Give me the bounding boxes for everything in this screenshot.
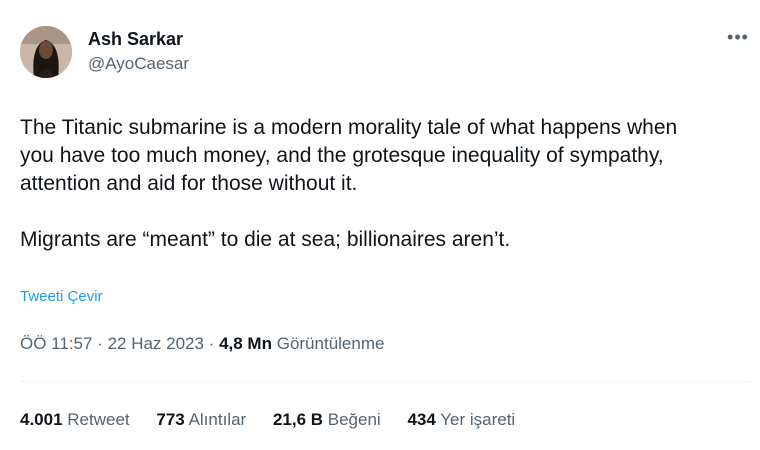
views-count: 4,8 Mn — [219, 334, 272, 353]
retweets-count: 4.001 — [20, 410, 63, 429]
divider — [20, 381, 750, 382]
meta-separator: · — [203, 334, 220, 353]
avatar[interactable] — [20, 26, 72, 78]
retweets-stat[interactable]: 4.001 Retweet — [20, 409, 130, 431]
more-horizontal-icon[interactable]: ••• — [726, 28, 750, 50]
tweet-paragraph-2: Migrants are “meant” to die at sea; bill… — [20, 228, 511, 251]
tweet-header: Ash Sarkar @AyoCaesar ••• — [20, 26, 750, 86]
bookmarks-label: Yer işareti — [440, 410, 516, 429]
translate-tweet-link[interactable]: Tweeti Çevir — [20, 287, 103, 307]
meta-separator: · — [92, 334, 108, 353]
tweet-date[interactable]: 22 Haz 2023 — [108, 334, 204, 353]
quotes-label: Alıntılar — [188, 410, 247, 429]
author-display-name[interactable]: Ash Sarkar — [88, 28, 189, 50]
tweet-stats: 4.001 Retweet 773 Alıntılar 21,6 B Beğen… — [20, 409, 537, 431]
quotes-stat[interactable]: 773 Alıntılar — [156, 409, 246, 431]
avatar-image — [20, 26, 72, 78]
tweet-paragraph-1: The Titanic submarine is a modern morali… — [20, 116, 678, 195]
views-label: Görüntülenme — [276, 334, 385, 353]
bookmarks-count: 434 — [407, 410, 436, 429]
author-names: Ash Sarkar @AyoCaesar — [88, 28, 189, 75]
retweets-label: Retweet — [67, 410, 130, 429]
quotes-count: 773 — [156, 410, 185, 429]
bookmarks-stat[interactable]: 434 Yer işareti — [407, 409, 515, 431]
likes-count: 21,6 B — [272, 410, 324, 429]
tweet-time[interactable]: ÖÖ 11:57 — [20, 334, 92, 353]
author-handle[interactable]: @AyoCaesar — [88, 53, 189, 75]
likes-stat[interactable]: 21,6 B Beğeni — [273, 409, 381, 431]
tweet-meta: ÖÖ 11:57 · 22 Haz 2023 · 4,8 Mn Görüntül… — [20, 333, 384, 355]
tweet-card: Ash Sarkar @AyoCaesar ••• The Titanic su… — [0, 0, 760, 450]
likes-label: Beğeni — [327, 410, 381, 429]
tweet-text: The Titanic submarine is a modern morali… — [20, 114, 750, 254]
